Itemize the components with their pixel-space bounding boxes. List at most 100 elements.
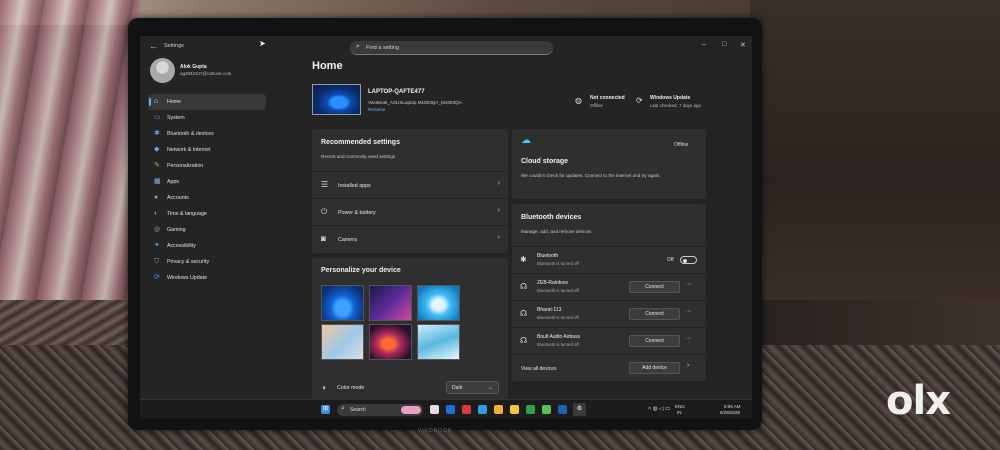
bluetooth-devices-card: Bluetooth devices Manage, add, and remov…: [512, 204, 706, 381]
chevron-right-icon: ›: [497, 234, 500, 241]
clock-time[interactable]: 8:06 AM: [724, 404, 741, 409]
connect-button[interactable]: Connect: [629, 281, 680, 293]
wallpaper-thumbnail[interactable]: [369, 285, 412, 321]
bt-sub: Bluetooth is turned off: [537, 342, 579, 347]
sidebar-item-bluetooth[interactable]: ✱ Bluetooth & devices: [148, 126, 266, 142]
windows-start-icon[interactable]: ⊞: [321, 405, 330, 414]
color-mode-label: Color mode: [337, 385, 365, 391]
connect-button[interactable]: Connect: [629, 335, 680, 347]
more-options-icon[interactable]: ···: [685, 308, 692, 315]
taskbar: ⊞ ⌕ Search ⚙ ˄ ◍ ◁ ▭ ENG IN 8:06 AM 6/29…: [140, 399, 752, 419]
sidebar-item-label: Time & language: [167, 211, 207, 217]
globe-icon: ◐: [154, 210, 159, 217]
cloud-storage-card: ☁ Offline Cloud storage We couldn't chec…: [512, 129, 706, 199]
back-arrow-icon[interactable]: ←: [149, 41, 158, 51]
card-title: Personalize your device: [321, 267, 401, 274]
headphones-icon: ☊: [520, 336, 528, 345]
cloud-icon: ☁: [521, 135, 531, 146]
page-title: Home: [312, 60, 343, 72]
row-label: Camera: [338, 237, 357, 243]
app-icon[interactable]: [462, 405, 471, 414]
bt-device-row: ☊ Boult Audio Airbass Bluetooth is turne…: [512, 327, 706, 354]
laptop-brand: VIVOBOOK: [417, 428, 453, 434]
widgets-icon[interactable]: [446, 405, 455, 414]
maximize-button[interactable]: □: [722, 41, 726, 48]
file-explorer-icon[interactable]: [510, 405, 519, 414]
avatar[interactable]: [150, 58, 175, 83]
sidebar-item-label: Windows Update: [167, 275, 208, 281]
taskbar-search[interactable]: ⌕ Search: [337, 404, 423, 416]
wallpaper-thumbnail[interactable]: [417, 285, 460, 321]
bt-name: Bharat-113: [537, 307, 562, 313]
recommended-item-camera[interactable]: ◙ Camera ›: [312, 225, 508, 252]
update-icon: ⟳: [636, 96, 643, 105]
sidebar-item-accounts[interactable]: ● Accounts: [148, 190, 266, 206]
chevron-right-icon: ›: [497, 180, 500, 187]
device-name: LAPTOP-QAFTE477: [368, 89, 425, 95]
settings-gear-icon[interactable]: ⚙: [573, 403, 586, 416]
connect-button[interactable]: Connect: [629, 308, 680, 320]
olx-watermark: olx: [886, 378, 951, 424]
recommended-item-power-battery[interactable]: ⏻ Power & battery ›: [312, 198, 508, 225]
store-icon[interactable]: [542, 405, 551, 414]
task-view-icon[interactable]: [430, 405, 439, 414]
sidebar-item-system[interactable]: ▭ System: [148, 110, 266, 126]
search-icon: ⌕: [341, 405, 345, 412]
edge-icon[interactable]: [478, 405, 487, 414]
close-button[interactable]: ✕: [740, 41, 746, 49]
windows-update-title[interactable]: Windows Update: [650, 95, 690, 101]
sidebar-item-privacy[interactable]: ⛉ Privacy & security: [148, 254, 266, 270]
shield-icon: ⛉: [154, 258, 160, 265]
brush-icon: ✎: [154, 162, 160, 169]
sidebar-item-apps[interactable]: ▦ Apps: [148, 174, 266, 190]
sidebar-item-label: Accounts: [167, 195, 189, 201]
settings-window: ← Settings ⌕ Find a setting – □ ✕ Alok G…: [140, 36, 752, 419]
wallpaper-thumbnail[interactable]: [369, 324, 412, 360]
color-mode-icon: ◑: [321, 383, 326, 392]
more-options-icon[interactable]: ···: [685, 281, 692, 288]
sidebar-item-windows-update[interactable]: ⟳ Windows Update: [148, 270, 266, 286]
more-options-icon[interactable]: ···: [685, 335, 692, 342]
search-placeholder: Find a setting: [366, 45, 400, 51]
network-status-title[interactable]: Not connected: [590, 95, 625, 101]
color-mode-dropdown[interactable]: Dark ⌄: [446, 381, 499, 394]
wallpaper-thumbnail[interactable]: [417, 324, 460, 360]
sidebar-item-personalization[interactable]: ✎ Personalization: [148, 158, 266, 174]
view-all-devices-link[interactable]: View all devices: [521, 366, 556, 372]
card-title: Cloud storage: [521, 158, 569, 165]
word-icon[interactable]: [558, 405, 567, 414]
bluetooth-toggle[interactable]: [680, 256, 697, 264]
list-icon: ☰: [321, 180, 329, 189]
recommended-item-installed-apps[interactable]: ☰ Installed apps ›: [312, 171, 508, 198]
add-device-button[interactable]: Add device: [629, 362, 680, 374]
background-curtain: [0, 0, 140, 320]
system-tray-icons[interactable]: ˄ ◍ ◁ ▭: [648, 406, 670, 412]
chrome-icon[interactable]: [494, 405, 503, 414]
sidebar-item-label: Bluetooth & devices: [167, 131, 214, 137]
language-indicator[interactable]: ENG: [675, 404, 685, 409]
excel-icon[interactable]: [526, 405, 535, 414]
sidebar-item-time-language[interactable]: ◐ Time & language: [148, 206, 266, 222]
device-model: VivoBook_ASUSLaptop M1603QA_M1603QA: [368, 100, 462, 105]
home-icon: ⌂: [154, 98, 159, 105]
search-highlight-icon: [401, 406, 421, 414]
find-setting-search[interactable]: ⌕ Find a setting: [350, 41, 553, 55]
sidebar-item-accessibility[interactable]: ✦ Accessibility: [148, 238, 266, 254]
wallpaper-thumbnail[interactable]: [321, 285, 364, 321]
wallpaper-thumbnail[interactable]: [321, 324, 364, 360]
bt-footer-row: View all devices Add device ›: [512, 354, 706, 381]
sidebar-item-gaming[interactable]: ◎ Gaming: [148, 222, 266, 238]
monitor-icon: ▭: [154, 114, 161, 121]
sidebar-item-label: Accessibility: [167, 243, 196, 249]
network-status-sub: Offline: [590, 103, 603, 108]
chevron-right-icon[interactable]: ›: [687, 362, 689, 369]
card-title: Bluetooth devices: [521, 214, 582, 221]
sidebar-item-label: Home: [167, 99, 182, 105]
sidebar-item-network[interactable]: ◆ Network & internet: [148, 142, 266, 158]
windows-update-sub: Last checked: 7 days ago: [650, 103, 702, 108]
camera-icon: ◙: [321, 234, 326, 243]
card-subtitle: Recent and commonly used settings: [321, 154, 396, 159]
sidebar-item-home[interactable]: ⌂ Home: [148, 94, 266, 110]
rename-link[interactable]: Rename: [368, 107, 385, 112]
minimize-button[interactable]: –: [702, 41, 706, 48]
